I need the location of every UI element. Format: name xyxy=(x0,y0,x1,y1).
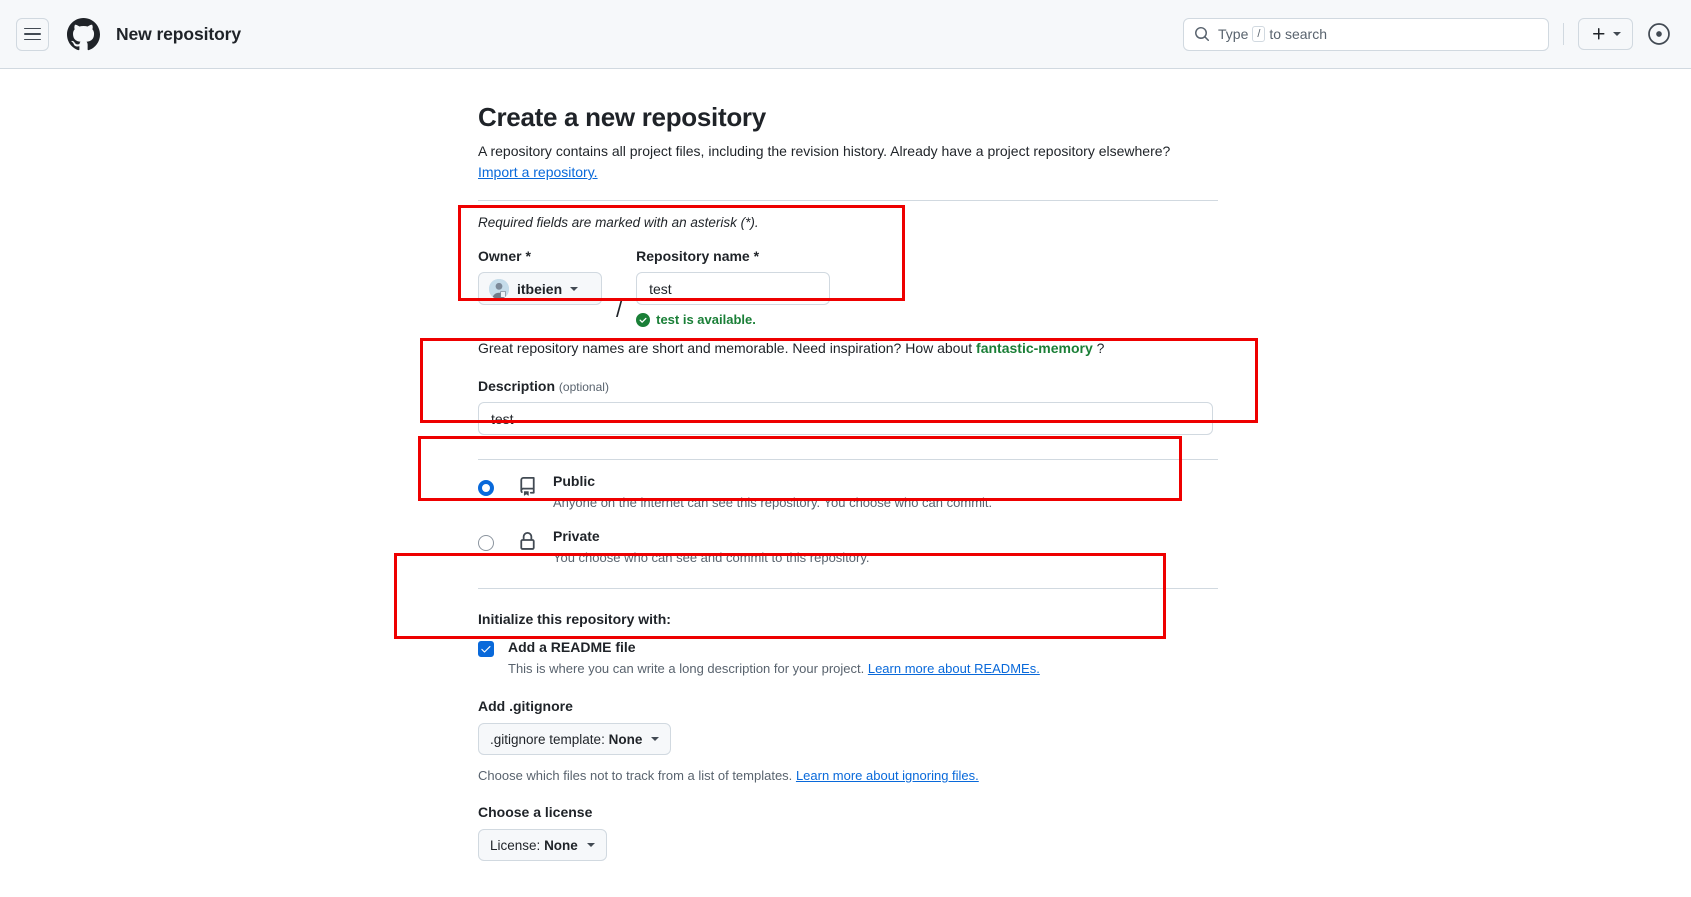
owner-field: Owner * itbeien xyxy=(478,248,602,305)
checkmark-icon xyxy=(481,646,491,653)
header-page-title: New repository xyxy=(116,23,242,44)
search-placeholder: Type / to search xyxy=(1218,26,1327,42)
suggested-name[interactable]: fantastic-memory xyxy=(976,340,1093,356)
repository-name-field: Repository name * test is available. xyxy=(636,248,831,327)
learn-more-readmes-link[interactable]: Learn more about READMEs. xyxy=(868,661,1040,676)
hamburger-bar xyxy=(24,27,41,30)
search-icon xyxy=(1195,27,1210,42)
gitignore-help-text: Choose which files not to track from a l… xyxy=(478,768,793,783)
section-divider xyxy=(478,459,1218,460)
readme-description: This is where you can write a long descr… xyxy=(508,661,1218,676)
repository-name-input[interactable] xyxy=(636,272,831,305)
license-button-value: None xyxy=(544,837,578,853)
repository-name-label: Repository name * xyxy=(636,248,760,264)
github-logo-icon[interactable] xyxy=(67,17,100,51)
gitignore-section: Add .gitignore .gitignore template: None… xyxy=(478,698,1218,783)
initialize-section: Initialize this repository with: Add a R… xyxy=(478,611,1218,676)
gitignore-help: Choose which files not to track from a l… xyxy=(478,768,1218,783)
chevron-down-icon xyxy=(570,286,579,291)
avatar-image xyxy=(489,278,509,299)
owner-select[interactable]: itbeien xyxy=(478,272,602,305)
page-title: Create a new repository xyxy=(478,102,766,132)
check-circle-icon xyxy=(636,312,651,327)
license-button-text: License: None xyxy=(490,838,578,853)
description-optional-tag: (optional) xyxy=(558,380,609,394)
visibility-public-title: Public xyxy=(553,473,596,489)
hint-prefix: Great repository names are short and mem… xyxy=(478,340,973,356)
readme-checkbox-row[interactable]: Add a README file xyxy=(478,639,1218,657)
required-fields-note: Required fields are marked with an aster… xyxy=(478,215,759,230)
radio-public[interactable] xyxy=(478,480,494,496)
name-availability-status: test is available. xyxy=(636,312,830,327)
new-repository-form: Create a new repository A repository con… xyxy=(478,102,1218,861)
gitignore-button-value: None xyxy=(608,731,643,747)
chevron-down-icon xyxy=(1612,32,1621,36)
visibility-options: Public Anyone on the internet can see th… xyxy=(478,468,1218,570)
section-divider xyxy=(478,588,1218,589)
license-section: Choose a license License: None xyxy=(478,804,1218,861)
owner-label: Owner * xyxy=(478,248,531,264)
gitignore-label: Add .gitignore xyxy=(478,698,573,714)
plus-icon xyxy=(1592,28,1604,40)
chevron-down-icon xyxy=(651,737,660,741)
license-select[interactable]: License: None xyxy=(478,829,607,861)
hamburger-bar xyxy=(24,33,41,35)
readme-description-text: This is where you can write a long descr… xyxy=(508,661,865,676)
visibility-private-title: Private xyxy=(553,527,600,544)
account-circle-icon[interactable] xyxy=(1643,18,1675,50)
license-button-prefix: License: xyxy=(490,837,541,853)
lock-icon xyxy=(518,531,537,556)
app-header: New repository Type / to search xyxy=(0,0,1691,69)
search-slash-key-badge: / xyxy=(1252,26,1266,42)
learn-more-ignoring-files-link[interactable]: Learn more about ignoring files. xyxy=(796,768,979,783)
page-subtitle: A repository contains all project files,… xyxy=(478,141,1218,183)
visibility-private-description: You choose who can see and commit to thi… xyxy=(553,549,870,565)
hamburger-menu-icon[interactable] xyxy=(16,17,49,51)
gitignore-button-prefix: .gitignore template: xyxy=(490,731,605,747)
import-repository-link[interactable]: Import a repository. xyxy=(478,164,598,180)
description-field: Description (optional) xyxy=(478,378,1218,435)
search-placeholder-suffix: to search xyxy=(1269,26,1328,42)
checkbox-add-readme[interactable] xyxy=(478,641,494,657)
visibility-private-text: Private You choose who can see and commi… xyxy=(553,526,870,568)
hint-suffix: ? xyxy=(1096,340,1105,356)
description-label: Description (optional) xyxy=(478,378,1218,394)
header-right-controls: Type / to search xyxy=(1183,17,1675,51)
create-new-button[interactable] xyxy=(1578,18,1633,50)
section-divider xyxy=(478,200,1218,201)
gitignore-button-text: .gitignore template: None xyxy=(490,732,642,747)
search-placeholder-prefix: Type xyxy=(1218,26,1249,42)
hamburger-bar xyxy=(24,38,41,41)
subtitle-text: A repository contains all project files,… xyxy=(478,143,1171,159)
repository-name-hint: Great repository names are short and mem… xyxy=(478,340,1218,356)
radio-private[interactable] xyxy=(478,534,494,551)
description-input[interactable] xyxy=(478,402,1213,435)
description-label-text: Description xyxy=(478,378,556,394)
gitignore-template-select[interactable]: .gitignore template: None xyxy=(478,723,672,755)
readme-checkbox-label: Add a README file xyxy=(508,639,636,655)
repo-book-icon xyxy=(518,477,537,501)
account-icon xyxy=(1648,23,1670,45)
owner-name-separator: / xyxy=(616,297,623,322)
user-avatar-icon xyxy=(489,278,509,299)
header-divider xyxy=(1563,23,1564,45)
availability-text: test is available. xyxy=(656,312,756,327)
initialize-title: Initialize this repository with: xyxy=(478,611,671,627)
visibility-public-description: Anyone on the internet can see this repo… xyxy=(553,495,993,510)
main-content: Create a new repository A repository con… xyxy=(0,69,1691,861)
owner-name-value: itbeien xyxy=(517,280,563,297)
search-input[interactable]: Type / to search xyxy=(1183,17,1549,51)
visibility-option-public[interactable]: Public Anyone on the internet can see th… xyxy=(478,468,1218,516)
visibility-public-text: Public Anyone on the internet can see th… xyxy=(553,471,992,513)
license-label: Choose a license xyxy=(478,804,593,820)
chevron-down-icon xyxy=(586,843,595,847)
owner-and-name-row: Owner * itbeien / Repository name * test… xyxy=(478,248,1218,327)
visibility-option-private[interactable]: Private You choose who can see and commi… xyxy=(478,523,1218,571)
